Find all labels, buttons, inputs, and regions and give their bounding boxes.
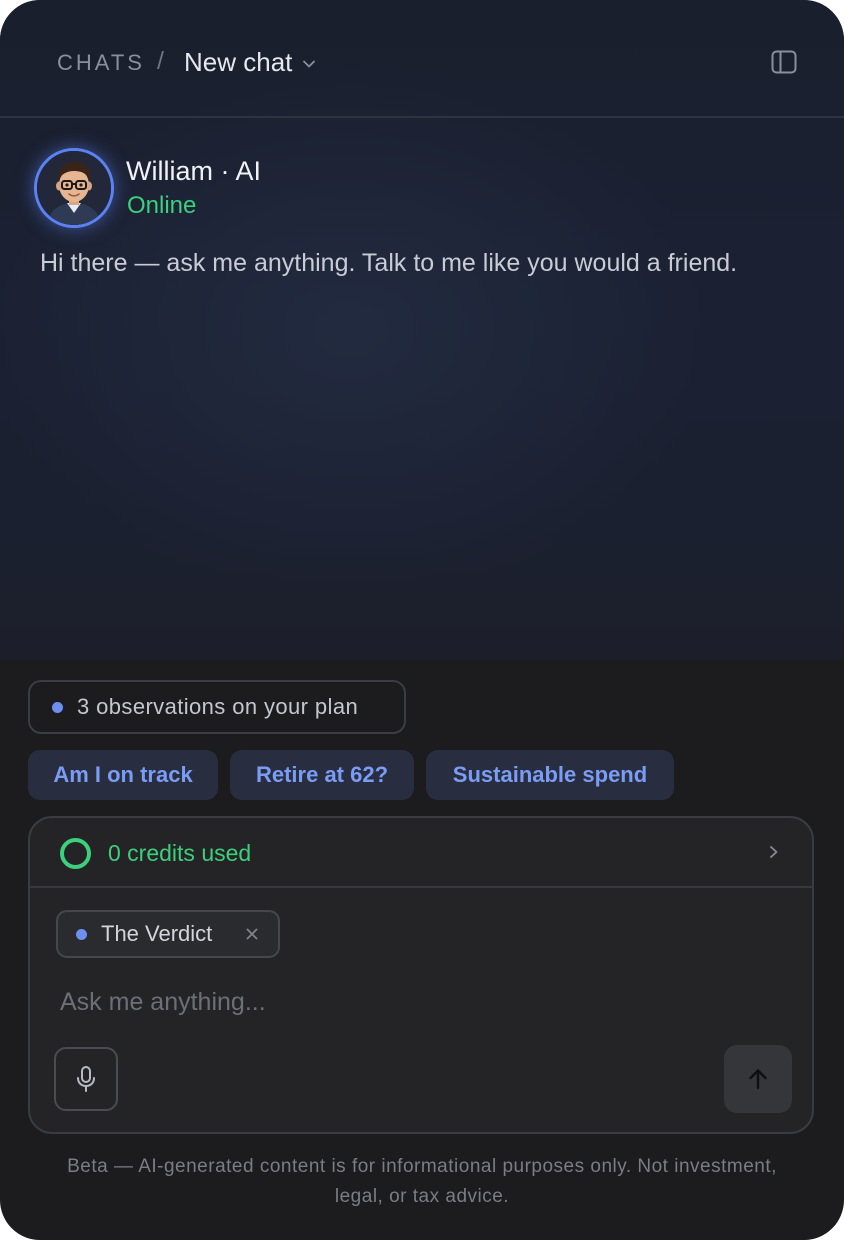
- observation-dot-icon: [52, 701, 63, 713]
- assistant-status: Online: [127, 192, 197, 219]
- message-composer: 0 credits used The Verdict: [28, 816, 814, 1134]
- observations-label: 3 observations on your plan: [77, 694, 359, 719]
- observations-button[interactable]: 3 observations on your plan: [28, 680, 406, 734]
- chevron-right-icon: [770, 846, 778, 858]
- context-tag-label: The Verdict: [101, 921, 213, 946]
- chat-header: CHATS / New chat: [0, 0, 844, 118]
- chevron-down-icon: [303, 60, 316, 67]
- sidebar-panel-icon[interactable]: [771, 50, 797, 74]
- tag-dot-icon: [76, 928, 87, 940]
- assistant-message: Hi there — ask me anything. Talk to me l…: [40, 249, 738, 277]
- disclaimer: Beta — AI-generated content is for infor…: [67, 1156, 777, 1207]
- breadcrumb-separator: /: [157, 47, 164, 75]
- chat-area: CHATS / New chat William · AI Online Hi …: [0, 0, 844, 660]
- microphone-icon: [77, 1066, 95, 1092]
- chat-selector[interactable]: New chat: [184, 47, 316, 78]
- suggestion-chip-on-track[interactable]: Am I on track: [28, 750, 218, 800]
- send-button[interactable]: [724, 1045, 792, 1113]
- avatar-illustration: [37, 151, 111, 225]
- suggestion-chip-sustainable-spend[interactable]: Sustainable spend: [426, 750, 674, 800]
- breadcrumb-chats[interactable]: CHATS: [57, 50, 145, 76]
- avatar: [34, 148, 114, 228]
- context-tag: The Verdict: [56, 910, 280, 958]
- credits-label: 0 credits used: [108, 840, 252, 866]
- chat-panel: CHATS / New chat William · AI Online Hi …: [0, 0, 844, 1240]
- breadcrumb-current: New chat: [184, 47, 293, 77]
- credits-bar[interactable]: 0 credits used: [30, 818, 812, 888]
- mic-button[interactable]: [54, 1047, 118, 1111]
- arrow-up-icon: [749, 1069, 767, 1090]
- message-input[interactable]: [58, 982, 778, 1022]
- suggestion-chip-retire-62[interactable]: Retire at 62?: [230, 750, 414, 800]
- ring-icon: [60, 838, 91, 869]
- close-icon[interactable]: [244, 926, 260, 942]
- assistant-name: William · AI: [126, 156, 261, 186]
